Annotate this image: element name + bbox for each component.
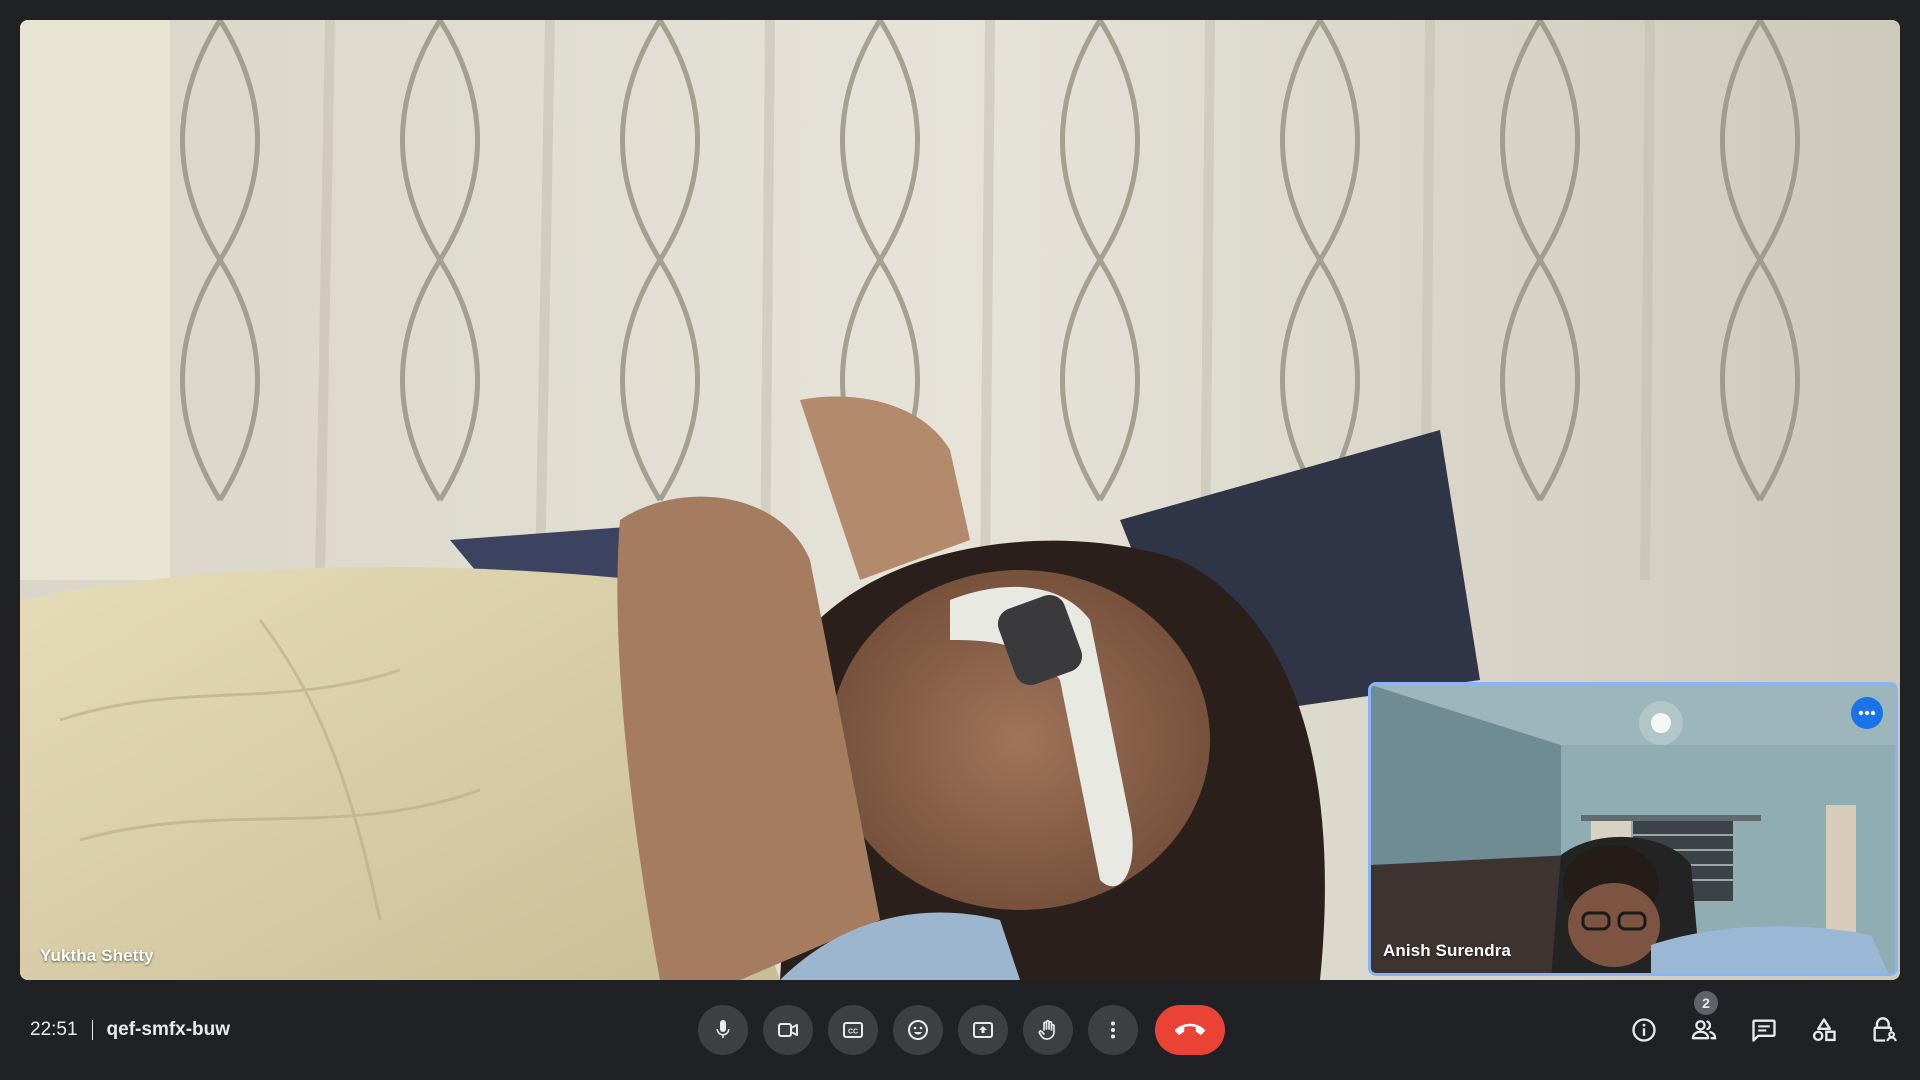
- raise-hand-button[interactable]: [1023, 1005, 1073, 1055]
- call-end-icon: [1175, 1023, 1205, 1035]
- chat-button[interactable]: [1740, 1005, 1788, 1055]
- participants-count-badge: 2: [1694, 991, 1718, 1015]
- self-view-feed: [1371, 685, 1895, 973]
- more-vert-icon: [1111, 1021, 1115, 1039]
- mic-icon: [716, 1020, 730, 1038]
- closed-caption-icon: CC: [843, 1022, 863, 1038]
- meeting-controls-bar: 22:51 qef-smfx-buw CC 2: [0, 980, 1920, 1080]
- people-button[interactable]: 2: [1680, 991, 1728, 1055]
- present-button[interactable]: [958, 1005, 1008, 1055]
- self-view-more-options-button[interactable]: [1851, 697, 1883, 729]
- chat-icon: [1752, 1019, 1776, 1042]
- people-icon: [1691, 1020, 1717, 1040]
- reactions-button[interactable]: [893, 1005, 943, 1055]
- host-controls-button[interactable]: [1860, 1005, 1908, 1055]
- emoji-icon: [908, 1020, 928, 1040]
- more-options-button[interactable]: [1088, 1005, 1138, 1055]
- microphone-button[interactable]: [698, 1005, 748, 1055]
- meeting-details-button[interactable]: [1620, 1005, 1668, 1055]
- meeting-time: 22:51: [30, 1019, 78, 1040]
- hand-icon: [1038, 1019, 1055, 1040]
- meeting-code[interactable]: qef-smfx-buw: [107, 1019, 231, 1041]
- main-video-tile: Yuktha Shetty Anish Surendra: [20, 20, 1900, 980]
- meeting-info: 22:51 qef-smfx-buw: [30, 980, 230, 1080]
- self-view-tile[interactable]: Anish Surendra: [1368, 682, 1898, 976]
- svg-text:CC: CC: [848, 1029, 858, 1036]
- more-horiz-icon: [1858, 710, 1876, 716]
- self-view-participant-name: Anish Surendra: [1383, 941, 1511, 960]
- shapes-icon: [1812, 1018, 1836, 1042]
- activities-button[interactable]: [1800, 1005, 1848, 1055]
- present-to-all-icon: [973, 1022, 993, 1038]
- captions-button[interactable]: CC: [828, 1005, 878, 1055]
- info-icon: [1632, 1018, 1656, 1042]
- call-controls: CC: [698, 1005, 1225, 1055]
- participant-name: Yuktha Shetty: [40, 946, 154, 965]
- side-panel-controls: 2: [1608, 991, 1908, 1055]
- camera-button[interactable]: [763, 1005, 813, 1055]
- videocam-icon: [778, 1023, 798, 1037]
- leave-call-button[interactable]: [1155, 1005, 1225, 1055]
- lock-person-icon: [1873, 1017, 1897, 1042]
- divider: [91, 1020, 93, 1040]
